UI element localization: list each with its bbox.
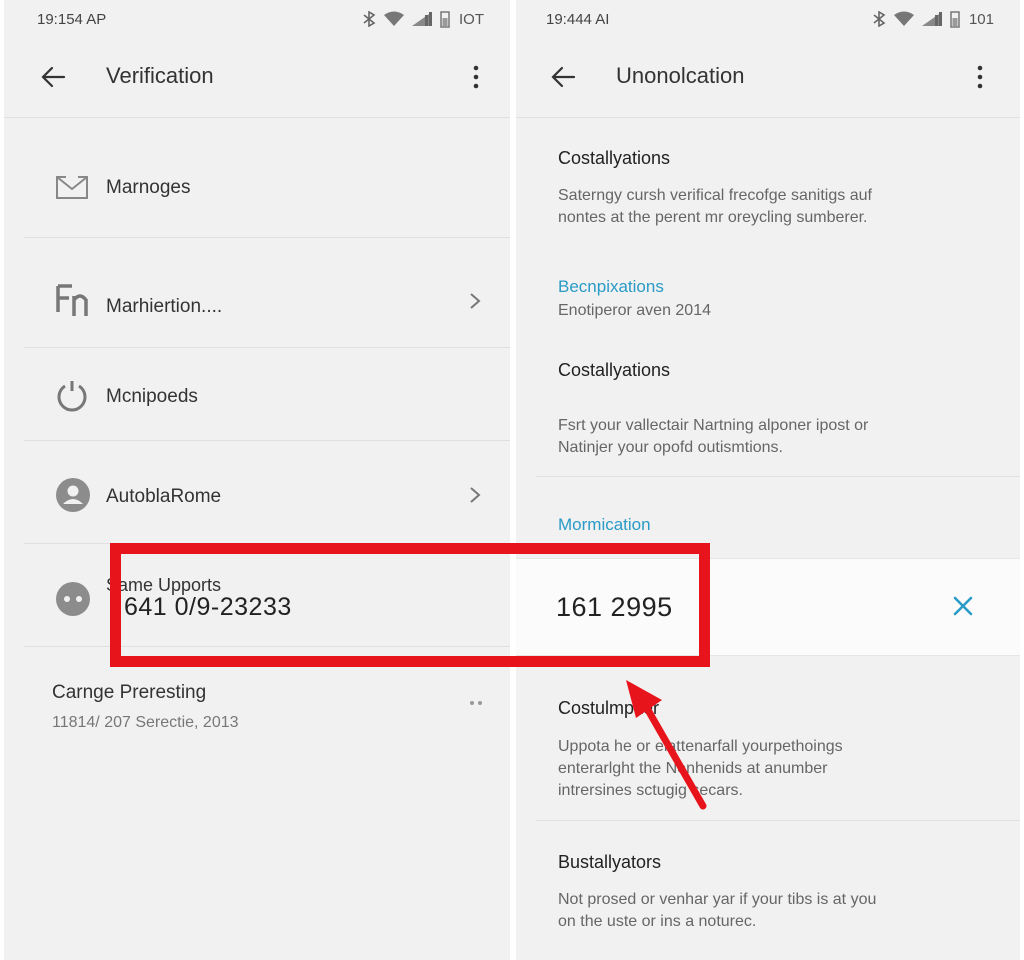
section-title: Costallyations [558, 360, 671, 380]
wifi-icon [893, 11, 914, 27]
overflow-menu-icon[interactable] [974, 64, 986, 90]
list-item-label: Mcnipoeds [106, 386, 198, 407]
divider [24, 237, 510, 238]
signal-icon [921, 11, 943, 27]
section-title: Costallyations [558, 148, 671, 168]
list-item-autoblarome[interactable]: AutoblaRome [24, 470, 510, 530]
list-item-marnoges[interactable]: Marnoges [24, 160, 510, 220]
header-divider [4, 117, 510, 118]
dots-horizontal-icon[interactable] [468, 694, 484, 712]
list-item-mcnipoeds[interactable]: Mcnipoeds [24, 370, 510, 430]
list-item-label: Marhiertion.... [106, 296, 223, 317]
page-title: Unonolcation [616, 63, 745, 88]
app-bar: Verification [4, 48, 510, 106]
bluetooth-icon [361, 11, 377, 27]
status-time: 19:444 AI [546, 11, 610, 28]
page-title: Verification [106, 63, 214, 88]
list-item-label: AutoblaRome [106, 486, 222, 507]
section-link-mormication[interactable]: Mormication [558, 515, 651, 535]
list-item-marhiertion[interactable]: Marhiertion.... [24, 270, 510, 340]
list-item-same-upports[interactable]: Same Upports 641 0/9-23233 [24, 570, 510, 640]
verification-code: 161 2995 [556, 592, 673, 622]
divider [536, 476, 1020, 477]
face-icon [54, 580, 92, 623]
verification-code-row[interactable]: 161 2995 [516, 558, 1020, 656]
phone-number: 641 0/9-23233 [124, 593, 292, 621]
section-body: Saterngy cursh verifical frecofge saniti… [558, 187, 872, 226]
person-icon [54, 476, 92, 519]
right-phone-screen: 19:444 AI 101 Unonolcation Costallyation… [516, 0, 1020, 960]
divider [24, 543, 510, 544]
back-arrow-icon[interactable] [550, 64, 578, 90]
app-bar: Unonolcation [516, 48, 1020, 106]
power-icon [54, 378, 90, 419]
battery-icon [950, 10, 960, 28]
section-body: Uppota he or elattenarfall yourpethoings… [558, 738, 843, 799]
fn-logo-icon [54, 282, 94, 323]
section-body: Fsrt your vallectair Nartning alponer ip… [558, 417, 869, 456]
overflow-menu-icon[interactable] [470, 64, 482, 90]
divider [536, 820, 1020, 821]
wifi-icon [384, 11, 404, 27]
status-bar: 19:154 AP IOT [4, 0, 510, 40]
chevron-right-icon[interactable] [468, 292, 482, 310]
list-item-label: Marnoges [106, 177, 191, 198]
section-title: Costulmpiter [558, 698, 660, 718]
section-link-becnpixations[interactable]: Becnpixations [558, 277, 664, 297]
divider [24, 440, 510, 441]
divider [24, 646, 510, 647]
section-body: Enotiperor aven 2014 [558, 302, 711, 319]
list-item-carnge-preresting[interactable]: Carnge Preresting 11814/ 207 Serectie, 2… [4, 680, 510, 750]
status-time: 19:154 AP [37, 11, 107, 28]
status-battery-text: IOT [459, 10, 484, 28]
status-bar: 19:444 AI 101 [516, 0, 1020, 40]
section-title: Bustallyators [558, 852, 662, 872]
signal-icon [411, 11, 433, 27]
bluetooth-icon [871, 11, 887, 27]
close-icon[interactable] [952, 595, 974, 622]
status-battery-text: 101 [968, 10, 994, 28]
section-body: Not prosed or venhar yar if your tibs is… [558, 891, 877, 930]
back-arrow-icon[interactable] [40, 64, 68, 90]
list-item-title: Carnge Preresting [52, 682, 207, 703]
battery-icon [440, 10, 450, 28]
left-phone-screen: 19:154 AP IOT Verification Marnoges Marh… [4, 0, 510, 960]
divider [24, 347, 510, 348]
header-divider [516, 117, 1020, 118]
list-item-subtitle: 11814/ 207 Serectie, 2013 [52, 714, 239, 731]
mail-icon [54, 171, 90, 208]
chevron-right-icon[interactable] [468, 486, 482, 504]
